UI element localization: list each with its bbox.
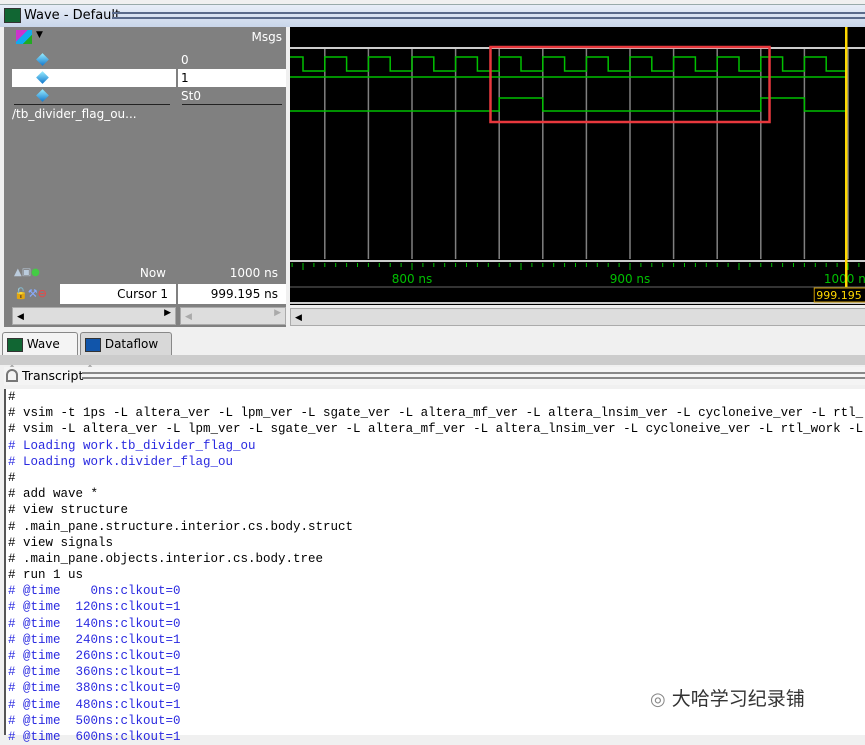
title-drag-handle[interactable] bbox=[112, 12, 865, 19]
msgs-label: Msgs bbox=[251, 30, 282, 44]
signal-row-name[interactable]: /tb_divider_flag_ou... bbox=[12, 69, 176, 103]
wave-header bbox=[290, 27, 865, 47]
transcript-line: # @time 600ns:clkout=1 bbox=[8, 729, 181, 744]
signal-diamond-icon bbox=[36, 71, 49, 84]
transcript-line: # @time 120ns:clkout=1 bbox=[8, 600, 181, 615]
tab-wave[interactable]: Wave ✕ bbox=[2, 332, 78, 373]
waveform-canvas[interactable]: 800 ns 900 ns 1000 ns 999.195 bbox=[290, 27, 865, 305]
transcript-line: # run 1 us bbox=[8, 568, 84, 583]
transcript-line: # Loading work.divider_flag_ou bbox=[8, 454, 234, 469]
watermark-text: 大哈学习纪录铺 bbox=[671, 688, 805, 710]
signal-row-name[interactable]: /tb_divider_flag_ou... bbox=[12, 51, 176, 85]
signal-list-pane: ▼ Msgs /tb_divider_flag_ou... 0/tb_divid… bbox=[4, 27, 286, 327]
signal-value: St0 bbox=[181, 89, 201, 103]
now-value-cell: 1000 ns bbox=[178, 262, 286, 284]
now-value: 1000 ns bbox=[229, 266, 278, 280]
transcript-line: # vsim -L altera_ver -L lpm_ver -L sgate… bbox=[8, 422, 864, 437]
cursor-name-cell[interactable]: Cursor 1 bbox=[60, 284, 176, 304]
name-horizontal-scrollbar[interactable]: ◀ ▶ bbox=[12, 307, 176, 325]
wechat-icon: ◎ bbox=[650, 689, 666, 710]
signal3-trace bbox=[290, 97, 847, 112]
wave-window-icon bbox=[4, 8, 21, 23]
signal-diamond-icon bbox=[36, 89, 49, 102]
wave-horizontal-scrollbar[interactable]: ◀ bbox=[290, 308, 865, 326]
transcript-line: # bbox=[8, 390, 16, 404]
cursor-value: 999.195 ns bbox=[210, 287, 278, 301]
transcript-line: # @time 500ns:clkout=0 bbox=[8, 713, 181, 728]
transcript-line: # @time 140ns:clkout=0 bbox=[8, 616, 181, 631]
signal-row-value[interactable]: St0 bbox=[178, 87, 286, 105]
signal-row-value[interactable]: 0 bbox=[178, 51, 286, 69]
cursor-value-cell: 999.195 ns bbox=[178, 284, 286, 304]
divider-line bbox=[14, 104, 170, 105]
cursor-flag-label: 999.195 bbox=[816, 289, 862, 302]
tab-label: Dataflow bbox=[104, 337, 159, 351]
clock-trace bbox=[290, 56, 847, 72]
ruler-tick-label: 900 ns bbox=[610, 272, 651, 286]
transcript-line: # Loading work.tb_divider_flag_ou bbox=[8, 438, 256, 453]
transcript-line: # @time 360ns:clkout=1 bbox=[8, 665, 181, 680]
transcript-line: # view signals bbox=[8, 535, 114, 550]
dataflow-icon bbox=[85, 337, 101, 352]
transcript-line: # @time 260ns:clkout=0 bbox=[8, 649, 181, 663]
chevron-down-icon[interactable]: ▼ bbox=[36, 30, 43, 40]
signal-value: 0 bbox=[181, 53, 189, 67]
wave-icon bbox=[7, 337, 23, 352]
waveform-pane[interactable]: 800 ns 900 ns 1000 ns 999.195 bbox=[290, 27, 865, 305]
ruler-tick-label: 1000 ns bbox=[824, 272, 865, 286]
value-horizontal-scrollbar[interactable]: ◀ ▶ bbox=[180, 307, 286, 325]
window-title-bar: Wave - Default bbox=[0, 4, 865, 27]
lock-icon[interactable]: 🔓 bbox=[14, 287, 28, 300]
signal-row-name[interactable]: /tb_divider_flag_ou... bbox=[12, 87, 176, 121]
watermark: ◎ 大哈学习纪录铺 bbox=[650, 684, 805, 711]
cursor-label: Cursor 1 bbox=[117, 287, 168, 301]
transcript-line: # vsim -t 1ps -L altera_ver -L lpm_ver -… bbox=[8, 406, 864, 421]
window-title: Wave - Default bbox=[24, 8, 121, 23]
wrench-icon[interactable]: ⚒ bbox=[28, 287, 38, 300]
transcript-line: # @time 0ns:clkout=0 bbox=[8, 584, 181, 599]
now-row: ▲▣● Now bbox=[4, 262, 176, 284]
now-label: Now bbox=[139, 266, 166, 280]
msgs-column-header[interactable]: Msgs bbox=[178, 27, 286, 48]
transcript-drag-handle[interactable] bbox=[82, 372, 865, 379]
divider-line bbox=[182, 104, 282, 105]
tab-dataflow[interactable]: Dataflow ✕ bbox=[80, 332, 172, 373]
transcript-title: Transcript bbox=[22, 368, 84, 383]
add-icons[interactable]: ▲▣● bbox=[14, 262, 40, 284]
transcript-icon bbox=[6, 369, 18, 382]
separator bbox=[0, 355, 865, 365]
transcript-line: # @time 240ns:clkout=1 bbox=[8, 632, 181, 647]
signal-value: 1 bbox=[181, 71, 189, 85]
signal-name: /tb_divider_flag_ou... bbox=[12, 107, 137, 121]
transcript-line: # .main_pane.structure.interior.cs.body.… bbox=[8, 519, 354, 534]
ruler-tick-label: 800 ns bbox=[392, 272, 433, 286]
transcript-line: # add wave * bbox=[8, 487, 99, 502]
transcript-header: Transcript bbox=[4, 367, 865, 385]
transcript-line: # bbox=[8, 470, 16, 485]
tab-label: Wave bbox=[26, 337, 60, 351]
transcript-line: # view structure bbox=[8, 503, 129, 518]
signal-diamond-icon bbox=[36, 53, 49, 66]
signal-type-icon bbox=[16, 30, 32, 44]
remove-cursor-icon[interactable]: ⊖ bbox=[38, 287, 47, 300]
signal-row-value[interactable]: 1 bbox=[178, 69, 286, 87]
transcript-line: # .main_pane.objects.interior.cs.body.tr… bbox=[8, 551, 324, 566]
name-column-header[interactable]: ▼ bbox=[4, 27, 176, 48]
cursor-tools[interactable]: 🔓⚒⊖ bbox=[14, 284, 60, 304]
